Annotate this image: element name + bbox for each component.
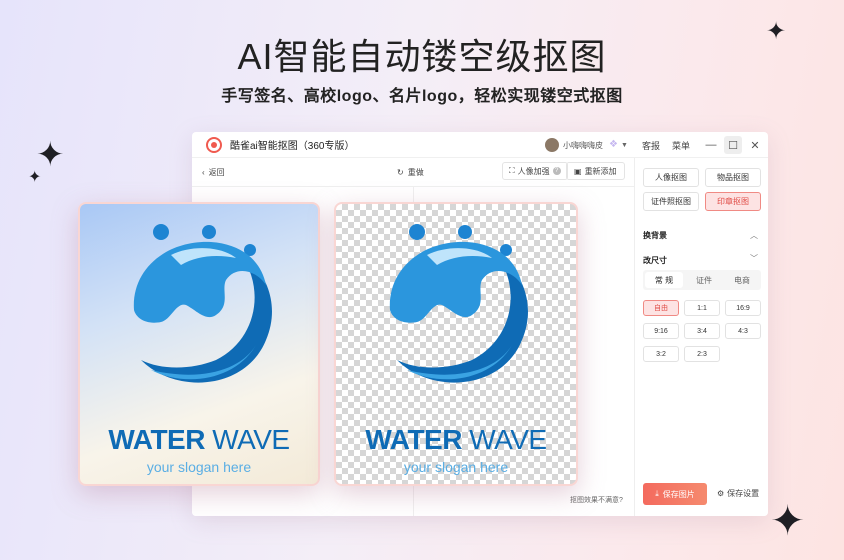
- water-wave-logo-icon: [133, 224, 272, 383]
- close-button[interactable]: ✕: [746, 136, 764, 154]
- vip-icon: ❖: [609, 139, 618, 150]
- ratio-4-3-button[interactable]: 4:3: [725, 323, 761, 339]
- logo-slogan: your slogan here: [403, 459, 509, 475]
- avatar[interactable]: [545, 138, 560, 152]
- page-headline: AI智能自动镂空级抠图: [237, 36, 607, 77]
- enhance-label: 人像加强: [517, 166, 550, 176]
- ratio-9-16-button[interactable]: 9:16: [643, 323, 679, 339]
- feedback-link[interactable]: 客报: [642, 139, 660, 152]
- chevron-down-icon[interactable]: ﹀: [750, 253, 758, 264]
- size-tabs: 常 规 证件 电商: [643, 270, 761, 290]
- ratio-3-4-button[interactable]: 3:4: [684, 323, 720, 339]
- ratio-2-3-button[interactable]: 2:3: [684, 346, 720, 362]
- username[interactable]: 小嗨嗨嗨皮: [563, 140, 603, 151]
- back-button[interactable]: ‹ 返回: [202, 167, 225, 178]
- sparkle-icon: ✦: [770, 497, 806, 544]
- download-icon: ⤓: [655, 489, 659, 498]
- app-logo-icon: [206, 136, 222, 153]
- save-image-button[interactable]: ⤓ 保存图片: [643, 483, 707, 505]
- logo-title: WATER WAVE: [80, 424, 318, 456]
- background-section-title[interactable]: 换背景: [643, 230, 667, 241]
- help-icon[interactable]: ?: [552, 167, 561, 175]
- logo-title: WATER WAVE: [336, 424, 576, 456]
- tab-ecommerce[interactable]: 电商: [723, 270, 761, 290]
- logo-title-bold: WATER: [108, 424, 205, 455]
- maximize-button[interactable]: ☐: [724, 136, 742, 154]
- tab-idphoto[interactable]: 证件: [685, 270, 723, 290]
- enhance-icon: ⛶: [509, 166, 515, 175]
- size-section-title[interactable]: 改尺寸: [643, 255, 667, 266]
- readd-button[interactable]: ▣ 重新添加: [566, 162, 625, 180]
- ratio-16-9-button[interactable]: 16:9: [725, 300, 761, 316]
- unsatisfied-link[interactable]: 抠图效果不满意?: [570, 495, 623, 505]
- logo-title-bold: WATER: [365, 424, 462, 455]
- mode-idphoto-button[interactable]: 证件照抠图: [643, 192, 699, 211]
- ratio-3-2-button[interactable]: 3:2: [643, 346, 679, 362]
- chevron-down-icon[interactable]: ▼: [621, 142, 628, 149]
- cutout-result-card: WATER WAVE your slogan here: [334, 202, 578, 486]
- settings-panel: 人像抠图 物品抠图 证件照抠图 印章抠图 换背景 ︿ 改尺寸 ﹀ 常 规 证件 …: [634, 158, 768, 516]
- chevron-up-icon[interactable]: ︿: [750, 230, 758, 241]
- canvas-toolbar: ‹ 返回 ↻ 重做 ⛶ 人像加强 ? ▣ 重新添加: [192, 158, 634, 186]
- tab-regular[interactable]: 常 规: [645, 272, 683, 288]
- sparkle-icon: ✦: [28, 169, 42, 186]
- water-wave-logo-icon: [389, 224, 528, 383]
- logo-title-thin: WAVE: [212, 424, 290, 455]
- page-subline: 手写签名、高校logo、名片logo，轻松实现镂空式抠图: [221, 88, 623, 105]
- logo-title-thin: WAVE: [469, 424, 547, 455]
- mode-object-button[interactable]: 物品抠图: [705, 168, 761, 187]
- redo-icon: ↻: [397, 168, 404, 177]
- mode-portrait-button[interactable]: 人像抠图: [643, 168, 699, 187]
- save-settings-button[interactable]: ⚙ 保存设置: [717, 488, 759, 499]
- readd-label: 重新添加: [584, 166, 617, 176]
- title-bar: 酷雀ai智能抠图（360专版） 小嗨嗨嗨皮 ❖ ▼ 客报 菜单 — ☐ ✕: [192, 132, 768, 158]
- portrait-enhance-button[interactable]: ⛶ 人像加强 ?: [502, 162, 568, 180]
- back-label: 返回: [208, 168, 225, 177]
- gear-icon: ⚙: [717, 489, 725, 498]
- ratio-1-1-button[interactable]: 1:1: [684, 300, 720, 316]
- original-image-card: WATER WAVE your slogan here: [78, 202, 320, 486]
- image-icon: ▣: [574, 166, 582, 176]
- save-image-label: 保存图片: [662, 489, 695, 499]
- mode-seal-button[interactable]: 印章抠图: [705, 192, 761, 211]
- chevron-left-icon: ‹: [202, 168, 205, 177]
- minimize-button[interactable]: —: [702, 136, 720, 154]
- redo-button[interactable]: ↻ 重做: [397, 167, 424, 178]
- save-settings-label: 保存设置: [727, 489, 760, 498]
- menu-link[interactable]: 菜单: [672, 139, 690, 152]
- app-title: 酷雀ai智能抠图（360专版）: [230, 141, 355, 152]
- redo-label: 重做: [407, 168, 424, 177]
- logo-slogan: your slogan here: [146, 459, 252, 475]
- sparkle-icon: ✦: [36, 136, 65, 174]
- ratio-free-button[interactable]: 自由: [643, 300, 679, 316]
